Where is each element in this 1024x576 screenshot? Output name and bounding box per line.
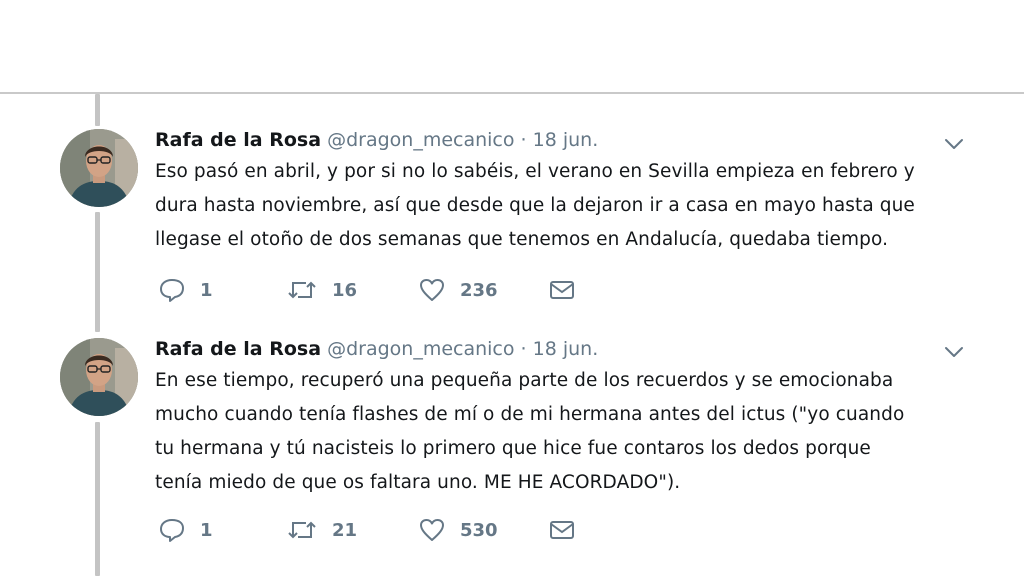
direct-message-button[interactable] xyxy=(548,275,576,305)
tweet-menu-button[interactable] xyxy=(940,342,968,362)
tweet-actions: 1 21 530 xyxy=(158,515,618,545)
tweet-text: En ese tiempo, recuperó una pequeña part… xyxy=(155,370,905,493)
tweet-date[interactable]: 18 jun. xyxy=(533,338,599,360)
avatar[interactable] xyxy=(60,129,138,207)
retweet-icon xyxy=(288,521,316,539)
reply-count: 1 xyxy=(200,279,213,301)
thread-line xyxy=(95,422,100,576)
author-name[interactable]: Rafa de la Rosa xyxy=(155,129,321,151)
reply-icon xyxy=(160,279,184,302)
avatar[interactable] xyxy=(60,338,138,416)
heart-icon xyxy=(420,519,444,541)
reply-icon xyxy=(160,519,184,542)
retweet-icon xyxy=(288,281,316,299)
avatar-image xyxy=(60,129,138,207)
chevron-down-icon xyxy=(945,139,963,149)
author-handle[interactable]: @dragon_mecanico xyxy=(327,338,514,360)
retweet-count: 16 xyxy=(332,279,358,301)
direct-message-button[interactable] xyxy=(548,515,576,545)
top-divider xyxy=(0,92,1024,94)
tweet-text: Eso pasó en abril, y por si no lo sabéis… xyxy=(155,161,915,250)
tweet-date[interactable]: 18 jun. xyxy=(533,129,599,151)
author-handle[interactable]: @dragon_mecanico xyxy=(327,129,514,151)
like-button[interactable]: 236 xyxy=(418,275,498,305)
tweet-actions: 1 16 236 xyxy=(158,275,618,305)
retweet-count: 21 xyxy=(332,519,358,541)
chevron-down-icon xyxy=(945,347,963,357)
tweet-header: Rafa de la Rosa @dragon_mecanico · 18 ju… xyxy=(155,128,598,152)
like-count: 236 xyxy=(460,279,498,301)
separator-dot: · xyxy=(520,129,527,151)
like-button[interactable]: 530 xyxy=(418,515,498,545)
thread-line xyxy=(95,94,100,126)
twitter-thread-page: Rafa de la Rosa @dragon_mecanico · 18 ju… xyxy=(0,0,1024,576)
tweet-header: Rafa de la Rosa @dragon_mecanico · 18 ju… xyxy=(155,337,598,361)
thread-line xyxy=(95,212,100,332)
reply-count: 1 xyxy=(200,519,213,541)
separator-dot: · xyxy=(520,338,527,360)
retweet-button[interactable]: 16 xyxy=(286,275,357,305)
reply-button[interactable]: 1 xyxy=(158,515,213,545)
retweet-button[interactable]: 21 xyxy=(286,515,357,545)
envelope-icon xyxy=(550,521,574,539)
author-name[interactable]: Rafa de la Rosa xyxy=(155,338,321,360)
envelope-icon xyxy=(550,281,574,299)
tweet-menu-button[interactable] xyxy=(940,134,968,154)
avatar-image xyxy=(60,338,138,416)
like-count: 530 xyxy=(460,519,498,541)
top-blank-area xyxy=(0,0,1024,92)
reply-button[interactable]: 1 xyxy=(158,275,213,305)
heart-icon xyxy=(420,279,444,301)
